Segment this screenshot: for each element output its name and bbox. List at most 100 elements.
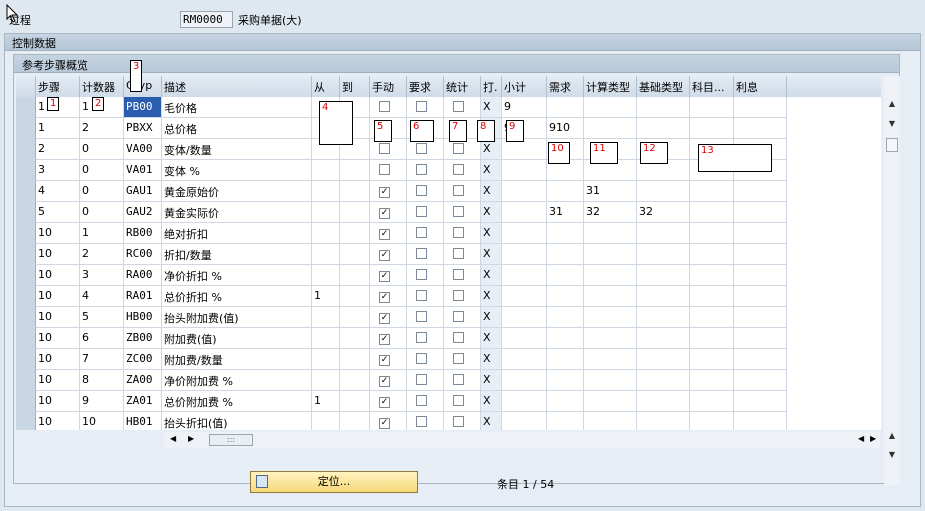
cell-print[interactable]: X [481, 244, 502, 265]
cell-subtotal[interactable] [502, 139, 547, 160]
cell-from[interactable]: 1 [312, 286, 340, 307]
cell-subtotal[interactable] [502, 391, 547, 412]
stat-checkbox[interactable] [453, 290, 464, 301]
cell-interest[interactable] [734, 97, 787, 118]
cell-base[interactable] [637, 97, 690, 118]
cell-from[interactable] [312, 202, 340, 223]
cell-desc[interactable]: 总价附加费 % [162, 391, 312, 412]
cell-print[interactable]: X [481, 139, 502, 160]
cell-ctyp[interactable]: PB00 [124, 97, 162, 118]
row-selector[interactable] [16, 202, 36, 223]
manual-checkbox[interactable]: ✓ [379, 418, 390, 429]
cell-ctyp[interactable]: GAU1 [124, 181, 162, 202]
cell-subtotal[interactable] [502, 370, 547, 391]
cell-desc[interactable]: 总价格 [162, 118, 312, 139]
cell-to[interactable] [340, 307, 370, 328]
cell-acct[interactable] [690, 412, 734, 430]
cell-desc[interactable]: 变体/数量 [162, 139, 312, 160]
cell-acct[interactable] [690, 307, 734, 328]
cell-step[interactable]: 3 [36, 160, 80, 181]
cell-from[interactable] [312, 307, 340, 328]
manual-checkbox[interactable] [379, 143, 390, 154]
cell-reqt[interactable]: 31 [547, 202, 584, 223]
row-selector[interactable] [16, 349, 36, 370]
req-checkbox[interactable] [416, 185, 427, 196]
column-header-base[interactable]: 基础类型 [637, 76, 690, 97]
cell-step[interactable]: 10 [36, 412, 80, 430]
cell-ctyp[interactable]: VA00 [124, 139, 162, 160]
cell-acct[interactable] [690, 286, 734, 307]
stat-checkbox[interactable] [453, 227, 464, 238]
cell-desc[interactable]: 抬头折扣(值) [162, 412, 312, 430]
cell-base[interactable] [637, 181, 690, 202]
cell-calc[interactable] [584, 412, 637, 430]
cell-base[interactable] [637, 265, 690, 286]
position-button[interactable]: 定位... [250, 471, 418, 493]
cell-base[interactable] [637, 391, 690, 412]
vertical-scroll-thumb[interactable] [886, 138, 898, 152]
cell-print[interactable]: X [481, 160, 502, 181]
cell-calc[interactable] [584, 307, 637, 328]
cell-desc[interactable]: 变体 % [162, 160, 312, 181]
cell-reqt[interactable] [547, 97, 584, 118]
scroll-left-end-icon[interactable]: ◀ [858, 434, 864, 443]
cell-print[interactable]: X [481, 412, 502, 430]
req-checkbox[interactable] [416, 248, 427, 259]
stat-checkbox[interactable] [453, 185, 464, 196]
column-header-print[interactable]: 打. [481, 76, 502, 97]
cell-print[interactable]: X [481, 286, 502, 307]
cell-print[interactable]: X [481, 370, 502, 391]
scroll-right-icon[interactable]: ▶ [188, 434, 194, 443]
cell-desc[interactable]: 绝对折扣 [162, 223, 312, 244]
manual-checkbox[interactable]: ✓ [379, 334, 390, 345]
cell-reqt[interactable] [547, 223, 584, 244]
stat-checkbox[interactable] [453, 143, 464, 154]
stat-checkbox[interactable] [453, 164, 464, 175]
cell-ctr[interactable]: 0 [80, 181, 124, 202]
column-header-to[interactable]: 到 [340, 76, 370, 97]
cell-ctyp[interactable]: ZC00 [124, 349, 162, 370]
cell-subtotal[interactable] [502, 181, 547, 202]
cell-base[interactable]: 32 [637, 202, 690, 223]
cell-from[interactable] [312, 265, 340, 286]
process-field[interactable]: RM0000 [180, 11, 233, 28]
manual-checkbox[interactable]: ✓ [379, 313, 390, 324]
stat-checkbox[interactable] [453, 374, 464, 385]
cell-step[interactable]: 4 [36, 181, 80, 202]
stat-checkbox[interactable] [453, 332, 464, 343]
column-header-from[interactable]: 从 [312, 76, 340, 97]
stat-checkbox[interactable] [453, 416, 464, 427]
cell-base[interactable] [637, 118, 690, 139]
cell-from[interactable]: 1 [312, 391, 340, 412]
cell-acct[interactable] [690, 181, 734, 202]
cell-interest[interactable] [734, 412, 787, 430]
cell-calc[interactable] [584, 97, 637, 118]
cell-subtotal[interactable] [502, 412, 547, 430]
cell-base[interactable] [637, 223, 690, 244]
cell-step[interactable]: 1 [36, 118, 80, 139]
stat-checkbox[interactable] [453, 395, 464, 406]
cell-step[interactable]: 10 [36, 391, 80, 412]
cell-ctr[interactable]: 1 [80, 223, 124, 244]
cell-ctyp[interactable]: RC00 [124, 244, 162, 265]
horizontal-scrollbar[interactable]: ◀ ▶ ::: ◀ ▶ [164, 432, 880, 448]
cell-ctr[interactable]: 10 [80, 412, 124, 430]
cell-ctr[interactable]: 2 [80, 244, 124, 265]
cell-subtotal[interactable] [502, 265, 547, 286]
row-selector[interactable] [16, 223, 36, 244]
cell-reqt[interactable] [547, 328, 584, 349]
cell-ctr[interactable]: 0 [80, 139, 124, 160]
cell-step[interactable]: 10 [36, 244, 80, 265]
cell-print[interactable]: X [481, 307, 502, 328]
cell-to[interactable] [340, 223, 370, 244]
cell-subtotal[interactable] [502, 223, 547, 244]
cell-reqt[interactable] [547, 307, 584, 328]
cell-desc[interactable]: 总价折扣 % [162, 286, 312, 307]
cell-desc[interactable]: 附加费(值) [162, 328, 312, 349]
cell-subtotal[interactable] [502, 160, 547, 181]
cell-subtotal[interactable] [502, 202, 547, 223]
column-header-step[interactable]: 步骤 [36, 76, 80, 97]
cell-ctr[interactable]: 4 [80, 286, 124, 307]
cell-print[interactable]: X [481, 328, 502, 349]
req-checkbox[interactable] [416, 227, 427, 238]
